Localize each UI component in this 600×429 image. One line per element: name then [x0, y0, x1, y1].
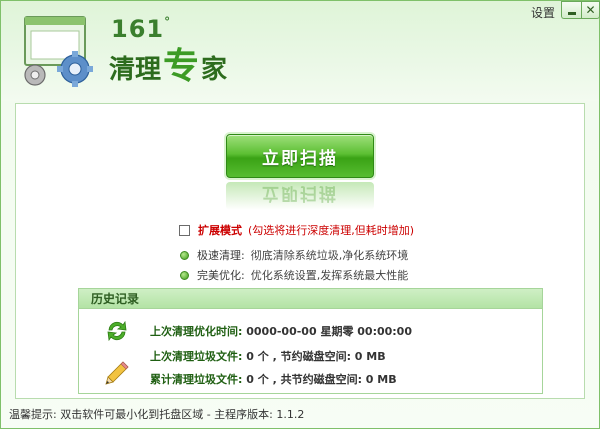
main-panel: 立即扫描 立即扫描 扩展模式 (勾选将进行深度清理,但耗时增加) 极速清理: 彻… — [15, 103, 585, 399]
scan-now-button[interactable]: 立即扫描 — [226, 134, 374, 178]
brand-name-part3: 家 — [201, 55, 228, 85]
pencil-icon — [105, 361, 129, 385]
app-logo-icon — [24, 16, 93, 87]
extended-mode-row: 扩展模式 (勾选将进行深度清理,但耗时增加) — [179, 222, 414, 238]
last-clean-time: 上次清理优化时间: 0000-00-00 星期零 00:00:00 — [150, 325, 412, 338]
refresh-icon — [107, 320, 127, 342]
mode-name: 极速清理: — [197, 249, 245, 262]
close-button[interactable]: ✕ — [581, 1, 600, 19]
total-clean-files: 累计清理垃圾文件: 0 个 , 共节约磁盘空间: 0 MB — [150, 373, 397, 386]
last-clean-files-value: 0 个 , 节约磁盘空间: 0 MB — [246, 350, 386, 363]
brand-name-part1: 清理 — [109, 55, 162, 85]
scan-area: 立即扫描 立即扫描 — [226, 134, 376, 210]
app-window: 161° 清理 专 家 设置 ✕ 立即扫描 立即扫描 扩展模式 (勾选将进行深度… — [0, 0, 600, 429]
green-dot-icon — [180, 270, 189, 280]
extended-mode-checkbox[interactable] — [179, 224, 190, 236]
status-tip: 温馨提示: 双击软件可最小化到托盘区域 - 主程序版本: 1.1.2 — [9, 408, 305, 421]
close-icon: ✕ — [585, 3, 596, 17]
history-box: 历史记录 上次清理优化时间: 0000-00-00 星期零 00:00:00 上… — [78, 288, 543, 394]
extended-mode-label[interactable]: 扩展模式 — [198, 222, 242, 238]
scan-button-reflection: 立即扫描 — [226, 182, 374, 210]
green-dot-icon — [180, 250, 189, 260]
minimize-icon — [567, 11, 576, 15]
history-title: 历史记录 — [79, 289, 542, 309]
mode-desc: 优化系统设置,发挥系统最大性能 — [250, 269, 409, 282]
settings-link[interactable]: 设置 — [531, 4, 555, 21]
extended-mode-note: (勾选将进行深度清理,但耗时增加) — [248, 224, 415, 237]
brand-name-part2: 专 — [163, 46, 200, 87]
last-clean-files: 上次清理垃圾文件: 0 个 , 节约磁盘空间: 0 MB — [150, 350, 386, 363]
total-clean-files-value: 0 个 , 共节约磁盘空间: 0 MB — [246, 373, 397, 386]
mode-row-perfect-optimize: 完美优化: 优化系统设置,发挥系统最大性能 — [180, 267, 408, 283]
last-clean-time-value: 0000-00-00 星期零 00:00:00 — [246, 325, 412, 338]
mode-name: 完美优化: — [197, 269, 245, 282]
status-bar: 温馨提示: 双击软件可最小化到托盘区域 - 主程序版本: 1.1.2 — [1, 403, 599, 429]
header: 161° 清理 专 家 设置 ✕ — [1, 1, 600, 101]
brand-name: 清理 专 家 — [109, 47, 227, 87]
mode-row-fast-clean: 极速清理: 彻底清除系统垃圾,净化系统环境 — [180, 247, 408, 263]
brand-number: 161° — [111, 15, 172, 43]
mode-desc: 彻底清除系统垃圾,净化系统环境 — [250, 249, 409, 262]
minimize-button[interactable] — [561, 1, 581, 19]
